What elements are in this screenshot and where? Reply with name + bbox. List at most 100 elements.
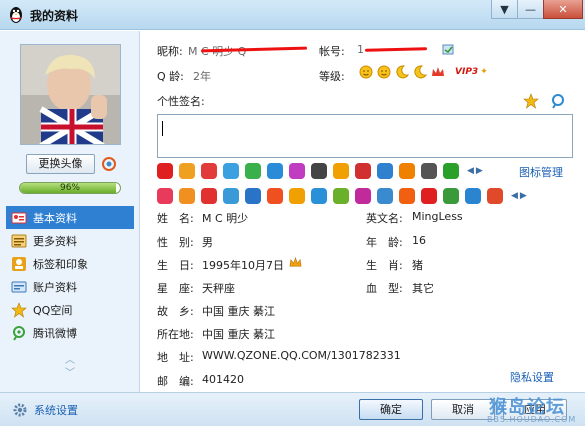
qage-value: 2年 bbox=[193, 70, 211, 83]
badge-icon[interactable] bbox=[201, 188, 217, 204]
badge-icon[interactable] bbox=[355, 163, 371, 179]
badge-icon[interactable] bbox=[311, 188, 327, 204]
crown-icon bbox=[289, 256, 302, 267]
copy-icon[interactable] bbox=[442, 44, 455, 56]
avatar[interactable] bbox=[20, 44, 121, 145]
badge-icon[interactable] bbox=[377, 163, 393, 179]
card-icon bbox=[11, 212, 27, 223]
signature-label: 个性签名: bbox=[157, 95, 205, 108]
left-panel: 更换头像 96% 基本资料 更多资料 标签和印象 账户资料 QQ空间 腾讯微博 … bbox=[0, 31, 140, 392]
badge-icon[interactable] bbox=[179, 163, 195, 179]
badge-icon[interactable] bbox=[179, 188, 195, 204]
badge-icon[interactable] bbox=[399, 188, 415, 204]
badge-icon[interactable] bbox=[355, 188, 371, 204]
location-value: 中国 重庆 綦江 bbox=[202, 328, 275, 341]
location-label: 所在地: bbox=[157, 328, 194, 341]
list-icon bbox=[11, 234, 27, 247]
window-title: 我的资料 bbox=[30, 9, 79, 23]
blood-type-value: 其它 bbox=[412, 282, 434, 295]
badge-icon[interactable] bbox=[399, 163, 415, 179]
moon-icon bbox=[414, 65, 427, 79]
badge-icon[interactable] bbox=[157, 188, 173, 204]
sun-icon bbox=[359, 65, 373, 79]
icon-manage-link[interactable]: 图标管理 bbox=[519, 164, 563, 180]
badge-icon[interactable] bbox=[421, 188, 437, 204]
sidebar-item-account[interactable]: 账户资料 bbox=[6, 275, 134, 298]
badge-icon[interactable] bbox=[223, 188, 239, 204]
zodiac-label: 生 肖: bbox=[366, 259, 403, 272]
badge-icon[interactable] bbox=[201, 163, 217, 179]
badge-row-arrows[interactable]: ◀▶ bbox=[511, 191, 529, 201]
close-button[interactable]: ✕ bbox=[543, 0, 583, 19]
badge-icon[interactable] bbox=[157, 163, 173, 179]
sidebar-scroll: ︿ ﹀ bbox=[60, 354, 80, 380]
badge-icon[interactable] bbox=[289, 188, 305, 204]
badge-icon[interactable] bbox=[333, 188, 349, 204]
badge-icon[interactable] bbox=[267, 163, 283, 179]
sidebar-item-more-info[interactable]: 更多资料 bbox=[6, 229, 134, 252]
sidebar-item-label: QQ空间 bbox=[33, 303, 73, 317]
badge-row-2: ◀▶ bbox=[157, 187, 529, 205]
sidebar-item-weibo[interactable]: 腾讯微博 bbox=[6, 321, 134, 344]
sidebar-nav: 基本资料 更多资料 标签和印象 账户资料 QQ空间 腾讯微博 bbox=[6, 206, 134, 344]
account-redaction bbox=[364, 47, 428, 52]
sidebar-item-tags[interactable]: 标签和印象 bbox=[6, 252, 134, 275]
profile-completion-label: 96% bbox=[59, 183, 80, 193]
hometown-value: 中国 重庆 綦江 bbox=[202, 305, 275, 318]
badge-icon[interactable] bbox=[289, 163, 305, 179]
system-settings-label: 系统设置 bbox=[34, 404, 78, 417]
scroll-down-button[interactable]: ﹀ bbox=[60, 367, 80, 380]
avatar-refresh-icon[interactable] bbox=[101, 156, 117, 172]
signature-input[interactable] bbox=[157, 114, 573, 158]
sidebar-item-qzone[interactable]: QQ空间 bbox=[6, 298, 134, 321]
weibo-share-icon[interactable] bbox=[550, 93, 566, 109]
moon-icon bbox=[396, 65, 409, 79]
account-label: 帐号: bbox=[319, 45, 345, 58]
title-bar: 我的资料 ▼ — ✕ bbox=[0, 0, 585, 30]
age-label: 年 龄: bbox=[366, 236, 403, 249]
badge-icon[interactable] bbox=[223, 163, 239, 179]
constellation-value: 天秤座 bbox=[202, 282, 235, 295]
qzone-star-icon[interactable] bbox=[523, 93, 539, 109]
forum-watermark: 猴岛论坛 BBS.HOUDAO.COM bbox=[485, 393, 585, 426]
badge-icon[interactable] bbox=[443, 163, 459, 179]
zodiac-value: 猪 bbox=[412, 259, 423, 272]
scroll-up-button[interactable]: ︿ bbox=[60, 354, 80, 367]
badge-row-arrows[interactable]: ◀▶ bbox=[467, 166, 485, 176]
system-settings-link[interactable]: 系统设置 bbox=[12, 402, 78, 418]
vip-up-icon: ✦ bbox=[480, 67, 488, 77]
ok-button[interactable]: 确定 bbox=[359, 399, 423, 420]
badge-icon[interactable] bbox=[465, 188, 481, 204]
badge-icon[interactable] bbox=[311, 163, 327, 179]
badge-icon[interactable] bbox=[487, 188, 503, 204]
gender-label: 性 别: bbox=[157, 236, 194, 249]
badge-icon[interactable] bbox=[245, 188, 261, 204]
birthday-label: 生 日: bbox=[157, 259, 194, 272]
badge-icon[interactable] bbox=[377, 188, 393, 204]
change-avatar-button[interactable]: 更换头像 bbox=[26, 154, 95, 174]
badge-icon[interactable] bbox=[267, 188, 283, 204]
sidebar-item-basic-info[interactable]: 基本资料 bbox=[6, 206, 134, 229]
gender-value: 男 bbox=[202, 236, 213, 249]
sun-icon bbox=[377, 65, 391, 79]
badge-row-1: ◀▶ bbox=[157, 162, 485, 180]
privacy-settings-link[interactable]: 隐私设置 bbox=[510, 369, 554, 385]
postcode-value: 401420 bbox=[202, 373, 244, 386]
vip-badge[interactable]: VIP3 bbox=[455, 67, 478, 77]
minimize-button[interactable]: — bbox=[517, 0, 544, 19]
badge-icon[interactable] bbox=[421, 163, 437, 179]
menu-dropdown-button[interactable]: ▼ bbox=[491, 0, 518, 19]
badge-icon[interactable] bbox=[333, 163, 349, 179]
vip-crown-icon bbox=[432, 67, 444, 76]
badge-icon[interactable] bbox=[245, 163, 261, 179]
sidebar-item-label: 更多资料 bbox=[33, 234, 77, 248]
profile-content: 昵称: M C 明少 Q 帐号: 1 Q 龄: 2年 等级: VIP3 ✦ 个性… bbox=[141, 31, 585, 392]
watermark-url: BBS.HOUDAO.COM bbox=[487, 415, 577, 424]
postcode-label: 邮 编: bbox=[157, 375, 194, 388]
address-value: WWW.QZONE.QQ.COM/1301782331 bbox=[202, 349, 401, 362]
age-value: 16 bbox=[412, 234, 426, 247]
sidebar-item-label: 账户资料 bbox=[33, 280, 77, 294]
badge-icon[interactable] bbox=[443, 188, 459, 204]
birthday-value: 1995年10月7日 bbox=[202, 259, 284, 272]
nickname-label: 昵称: bbox=[157, 45, 183, 58]
